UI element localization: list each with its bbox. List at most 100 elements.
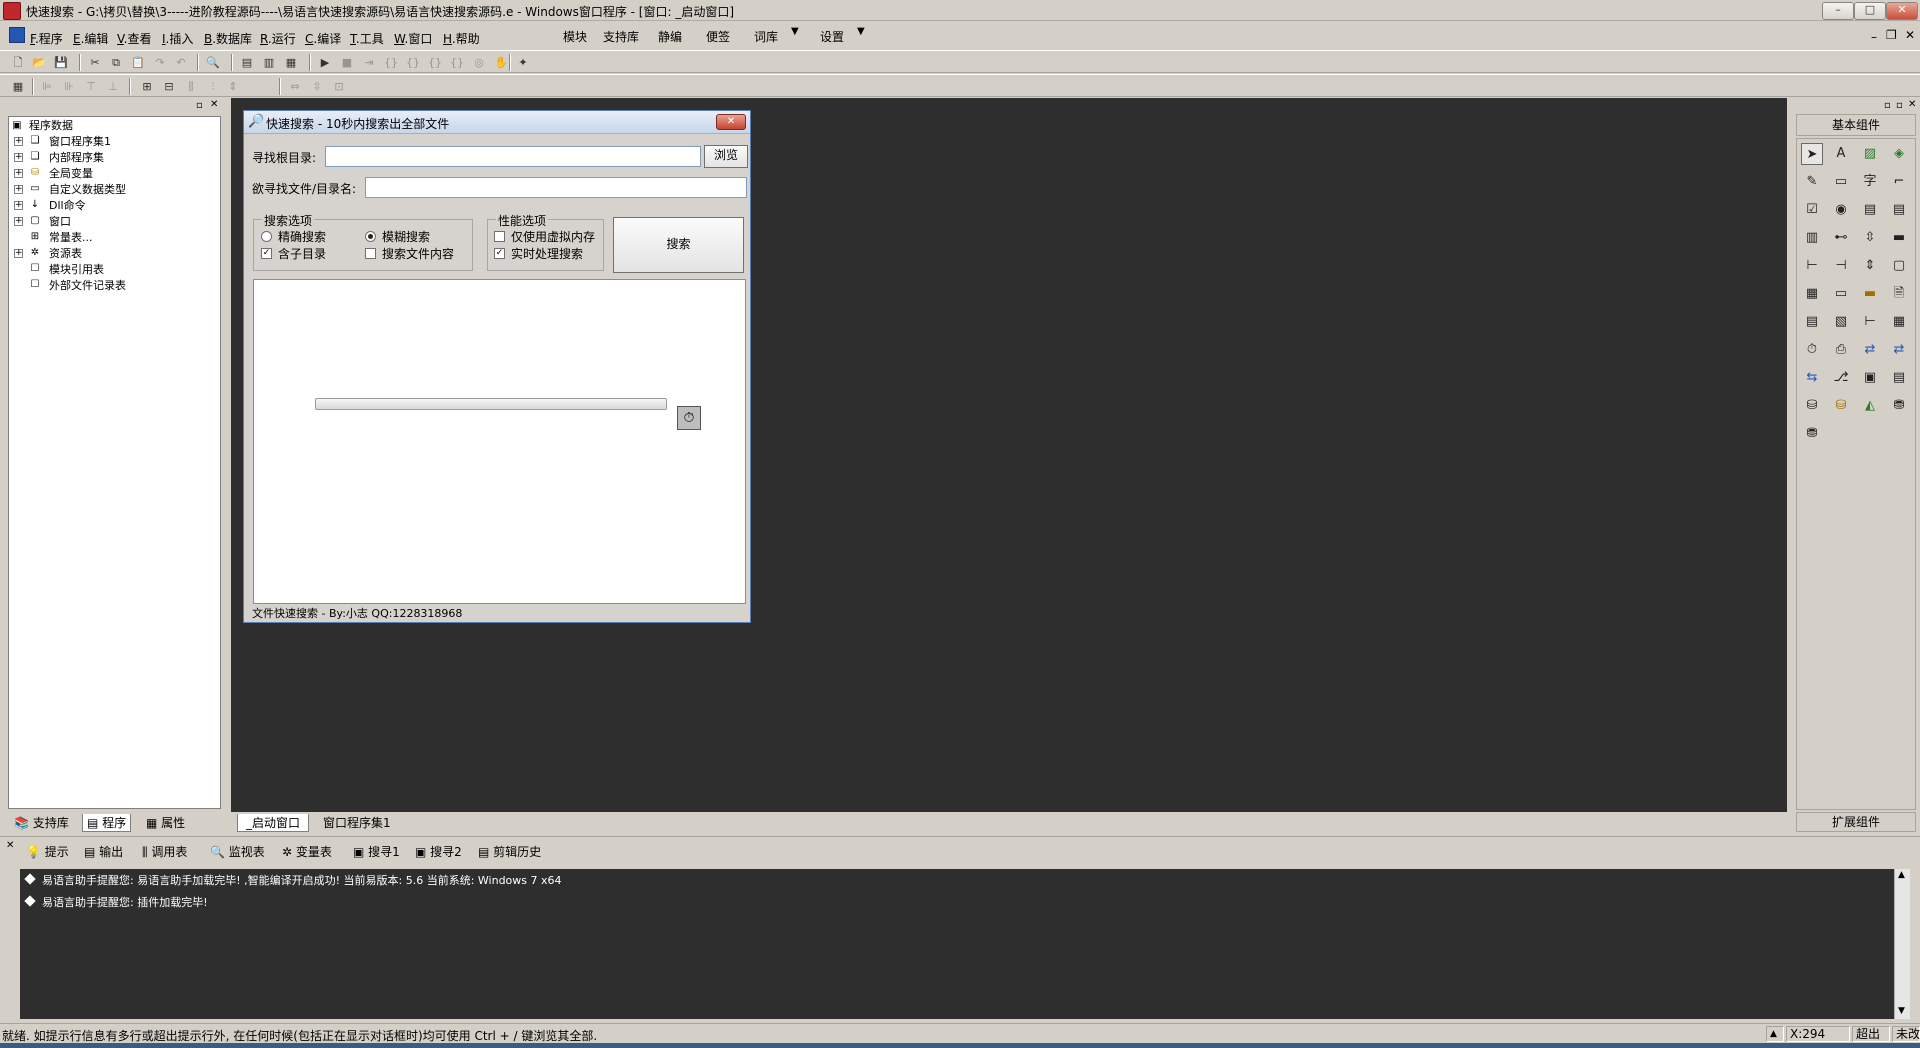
redo-icon[interactable]: ↷ xyxy=(152,55,168,70)
printer-tool-icon[interactable]: ⎙ xyxy=(1830,339,1852,361)
vscroll-tool-icon[interactable]: ⇳ xyxy=(1859,227,1881,249)
form-close-button[interactable]: ✕ xyxy=(716,114,746,130)
tree-item-internal-assembly[interactable]: 内部程序集 xyxy=(49,151,104,165)
file-name-input[interactable] xyxy=(365,177,747,198)
menu-view[interactable]: V.查看 xyxy=(117,30,152,47)
expand-icon[interactable]: + xyxy=(14,169,23,178)
align-bottom-icon[interactable]: ⊥ xyxy=(105,79,121,94)
step-icon[interactable]: ⇥ xyxy=(361,55,377,70)
scroll-up-icon[interactable]: ▲ xyxy=(1898,870,1905,880)
folder-tool-icon[interactable]: ▬ xyxy=(1859,283,1881,305)
menu-database[interactable]: B.数据库 xyxy=(204,30,252,47)
virtual-memory-checkbox[interactable] xyxy=(494,231,505,242)
expand-icon[interactable]: + xyxy=(14,201,23,210)
spin-tool-icon[interactable]: ⇕ xyxy=(1859,255,1881,277)
paste-icon[interactable]: 📋 xyxy=(130,55,146,70)
align-top-icon[interactable]: ⊤ xyxy=(83,79,99,94)
picture-tool-icon[interactable]: ▨ xyxy=(1859,143,1881,165)
chevron-down-icon[interactable]: ▼ xyxy=(857,26,865,37)
maximize-button[interactable]: □ xyxy=(1854,2,1886,20)
center-v-icon[interactable]: ⊟ xyxy=(161,79,177,94)
tree-item-dll-commands[interactable]: Dll命令 xyxy=(49,199,86,213)
odbc-source-tool-icon[interactable]: ⛃ xyxy=(1801,423,1823,445)
panel-close-icon[interactable]: ✕ xyxy=(210,99,218,110)
minimize-button[interactable]: – xyxy=(1822,2,1854,20)
space-v-icon[interactable]: ⫶ xyxy=(205,79,221,94)
menu-program[interactable]: F.程序 xyxy=(30,30,63,47)
menu-support-lib[interactable]: 支持库 xyxy=(603,28,639,45)
subdir-checkbox[interactable]: ✓ xyxy=(261,248,272,259)
tree-item-resources[interactable]: 资源表 xyxy=(49,247,82,261)
startup-window-form[interactable]: 🔎 快速搜索 - 10秒内搜索出全部文件 ✕ 寻找根目录: 浏览 欲寻找文件/目… xyxy=(243,110,751,623)
cut-icon[interactable]: ✂ xyxy=(87,55,103,70)
tab-window-assembly[interactable]: 窗口程序集1 xyxy=(317,814,397,831)
tree-item-windows[interactable]: 窗口 xyxy=(49,215,71,229)
network-tool-icon[interactable]: ⇄ xyxy=(1859,339,1881,361)
tab-search1[interactable]: ▣ 搜寻1 xyxy=(353,843,400,860)
step-into-icon[interactable]: {} xyxy=(383,55,399,70)
layout-c-icon[interactable]: ▦ xyxy=(283,55,299,70)
extended-components-header[interactable]: 扩展组件 xyxy=(1796,812,1916,832)
exact-search-radio[interactable] xyxy=(261,231,272,242)
menu-thesaurus[interactable]: 词库 xyxy=(754,28,778,45)
menu-window[interactable]: W.窗口 xyxy=(394,30,432,47)
db-tool-icon[interactable]: ⛁ xyxy=(1801,395,1823,417)
line-tool-icon[interactable]: ⌐ xyxy=(1888,171,1910,193)
caret-up-icon[interactable]: ▲ xyxy=(1766,1026,1784,1042)
slider-tool-icon[interactable]: ⊢ xyxy=(1801,255,1823,277)
run-to-cursor-icon[interactable]: {} xyxy=(449,55,465,70)
menu-run[interactable]: R.运行 xyxy=(260,30,296,47)
palette-restore-icon[interactable]: ▫ xyxy=(1896,100,1903,111)
toolbar-tool-icon[interactable]: ▤ xyxy=(1888,367,1910,389)
hand-icon[interactable]: ✋ xyxy=(493,55,509,70)
tab-call-stack[interactable]: ⫼ 调用表 xyxy=(142,843,187,860)
search-button[interactable]: 搜索 xyxy=(613,217,744,273)
tree-item-constants[interactable]: 常量表... xyxy=(49,231,93,245)
tree-item-window-assembly[interactable]: 窗口程序集1 xyxy=(49,135,111,149)
tab-support-lib[interactable]: 📚 支持库 xyxy=(14,814,69,831)
close-button[interactable]: ✕ xyxy=(1886,2,1918,20)
hscroll-tool-icon[interactable]: ⊷ xyxy=(1830,227,1852,249)
pointer-tool-icon[interactable]: ➤ xyxy=(1801,143,1823,165)
open-folder-icon[interactable]: 📂 xyxy=(31,55,47,70)
tab-startup-window[interactable]: _启动窗口 xyxy=(237,814,310,832)
same-size-icon[interactable]: ⊡ xyxy=(331,79,347,94)
client-tool-icon[interactable]: ⇆ xyxy=(1801,367,1823,389)
copy-icon[interactable]: ⧉ xyxy=(108,55,124,70)
assistant-icon[interactable]: ✦ xyxy=(515,55,531,70)
align-right-icon[interactable]: ⊪ xyxy=(61,79,77,94)
tree-item-custom-types[interactable]: 自定义数据类型 xyxy=(49,183,126,197)
slider-v-tool-icon[interactable]: ⊣ xyxy=(1830,255,1852,277)
tree-item-global-vars[interactable]: 全局变量 xyxy=(49,167,93,181)
watch-icon[interactable]: ◎ xyxy=(471,55,487,70)
find-icon[interactable]: 🔍 xyxy=(205,55,221,70)
menu-insert[interactable]: I.插入 xyxy=(162,30,193,47)
combo-tool-icon[interactable]: ▤ xyxy=(1859,199,1881,221)
expand-icon[interactable]: + xyxy=(14,153,23,162)
basic-components-header[interactable]: 基本组件 xyxy=(1796,114,1916,136)
tab-properties[interactable]: ▦ 属性 xyxy=(146,814,185,831)
palette-close-icon[interactable]: ✕ xyxy=(1908,99,1916,110)
tab-program[interactable]: ▤ 程序 xyxy=(82,814,132,832)
menu-notes[interactable]: 便签 xyxy=(706,28,730,45)
mdi-close-icon[interactable]: ✕ xyxy=(1905,28,1915,42)
listbox-tool-icon[interactable]: ▥ xyxy=(1801,227,1823,249)
checkbox-tool-icon[interactable]: ☑ xyxy=(1801,199,1823,221)
same-height-icon[interactable]: ⇕ xyxy=(225,79,241,94)
browse-button[interactable]: 浏览 xyxy=(704,145,748,168)
content-checkbox[interactable] xyxy=(365,248,376,259)
timer-tool-icon[interactable]: ⏱ xyxy=(1801,339,1823,361)
network2-tool-icon[interactable]: ⇄ xyxy=(1888,339,1910,361)
chart-tool-icon[interactable]: ◭ xyxy=(1859,395,1881,417)
list-tool-icon[interactable]: ▤ xyxy=(1888,199,1910,221)
progress-tool-icon[interactable]: ▬ xyxy=(1888,227,1910,249)
db2-tool-icon[interactable]: ⛁ xyxy=(1830,395,1852,417)
mdi-restore-icon[interactable]: ❐ xyxy=(1886,28,1897,42)
root-dir-input[interactable] xyxy=(325,146,701,167)
tree-item-external-files[interactable]: 外部文件记录表 xyxy=(49,279,126,293)
layout-a-icon[interactable]: ▤ xyxy=(239,55,255,70)
grid-icon[interactable]: ▦ xyxy=(10,79,26,94)
menu-static-compile[interactable]: 静编 xyxy=(658,28,682,45)
tab-clipboard-history[interactable]: ▤ 剪辑历史 xyxy=(478,843,541,860)
undo-icon[interactable]: ↶ xyxy=(173,55,189,70)
